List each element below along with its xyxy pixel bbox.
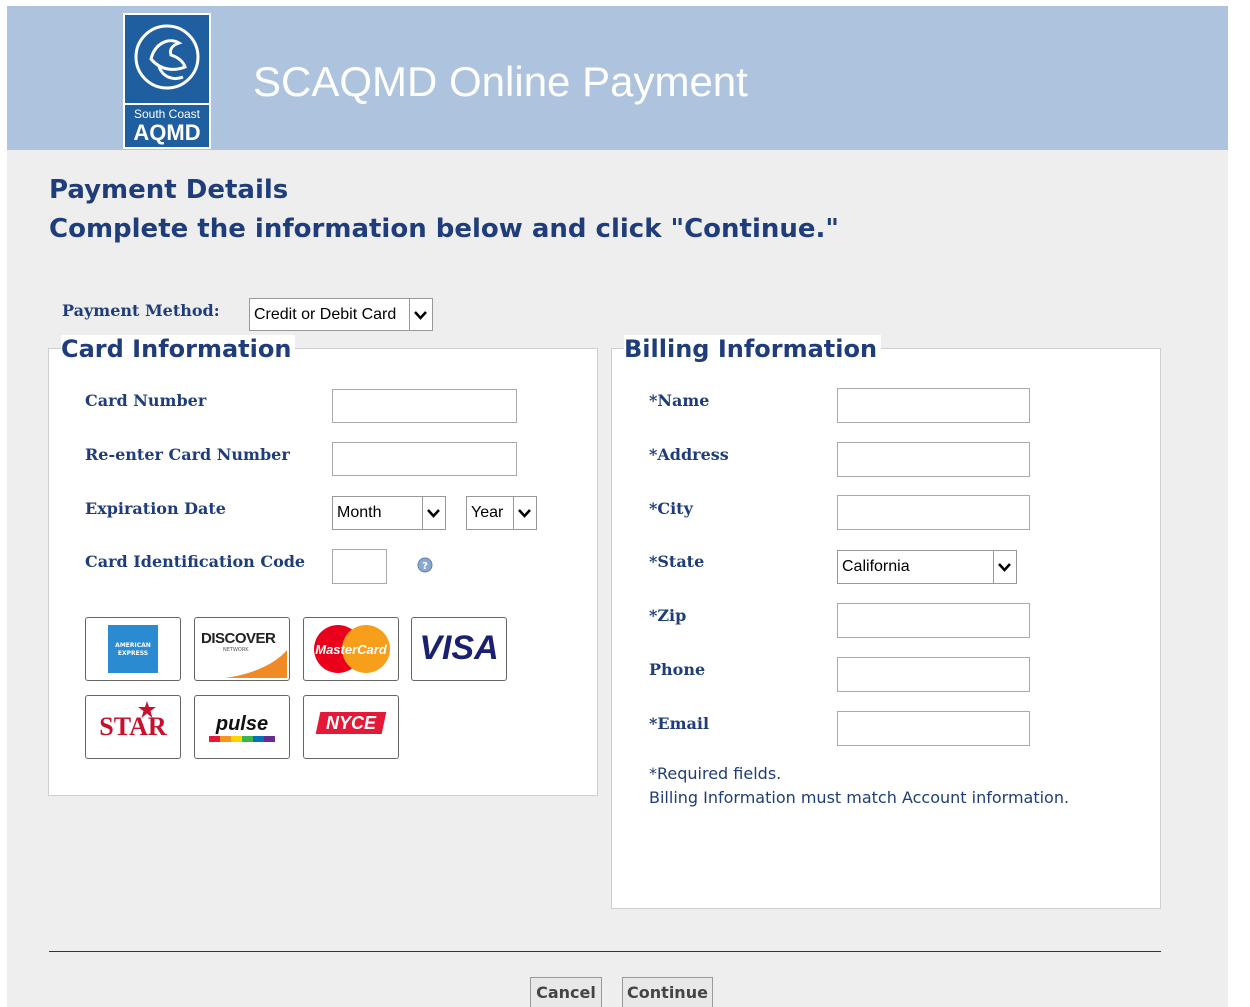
amex-logo-box — [108, 625, 158, 673]
header-banner: South Coast AQMD SCAQMD Online Payment — [7, 6, 1228, 150]
chevron-down-icon — [422, 497, 445, 529]
amex-logo-line1: AMERICAN — [115, 642, 151, 649]
divider — [49, 951, 1161, 952]
visa-logo-text: VISA — [419, 629, 499, 667]
card-number-input[interactable] — [332, 389, 517, 423]
mastercard-card-logo: MasterCard — [303, 617, 399, 681]
phone-input[interactable] — [837, 657, 1030, 692]
page: South Coast AQMD SCAQMD Online Payment P… — [7, 6, 1228, 1007]
aqmd-logo: South Coast AQMD — [123, 13, 211, 149]
payment-method-label: Payment Method: — [62, 301, 220, 320]
amex-card-logo: AMERICAN EXPRESS — [85, 617, 181, 681]
state-select[interactable]: California — [837, 550, 1017, 584]
address-label: *Address — [649, 445, 729, 464]
svg-text:?: ? — [422, 561, 428, 572]
page-instructions: Complete the information below and click… — [49, 214, 839, 244]
discover-swoosh-graphic — [225, 650, 287, 678]
help-icon[interactable]: ? — [417, 557, 433, 573]
expiration-date-label: Expiration Date — [85, 499, 226, 518]
billing-match-note: Billing Information must match Account i… — [649, 788, 1070, 807]
address-input[interactable] — [837, 442, 1030, 477]
zip-input[interactable] — [837, 603, 1030, 638]
site-title: SCAQMD Online Payment — [253, 58, 748, 105]
chevron-down-icon — [513, 497, 536, 529]
pulse-logo-text: pulse — [215, 713, 269, 735]
page-heading: Payment Details — [49, 175, 289, 205]
card-number-label: Card Number — [85, 391, 207, 410]
reenter-card-number-input[interactable] — [332, 442, 517, 476]
dove-icon — [134, 24, 200, 90]
pulse-color-stripe — [209, 736, 275, 742]
expiration-year-select[interactable]: Year — [466, 496, 537, 530]
expiration-month-select[interactable]: Month — [332, 496, 446, 530]
expiration-year-value: Year — [471, 504, 504, 521]
phone-label: Phone — [649, 660, 706, 679]
continue-button[interactable]: Continue — [622, 977, 713, 1007]
logo-line1: South Coast — [133, 107, 201, 121]
card-id-code-label: Card Identification Code — [85, 552, 306, 571]
email-label: *Email — [649, 714, 710, 733]
card-information-legend: Card Information — [61, 335, 296, 363]
expiration-month-value: Month — [337, 504, 382, 521]
mastercard-logo-text: MasterCard — [315, 642, 387, 657]
state-label: *State — [649, 552, 705, 571]
payment-method-value: Credit or Debit Card — [254, 306, 397, 323]
discover-logo-text: DISCOVER — [201, 630, 276, 647]
name-label: *Name — [649, 391, 710, 410]
chevron-down-icon — [993, 551, 1016, 583]
discover-card-logo: DISCOVER NETWORK — [194, 617, 290, 681]
visa-card-logo: VISA — [411, 617, 507, 681]
billing-information-legend: Billing Information — [624, 335, 882, 363]
city-label: *City — [649, 499, 693, 518]
zip-label: *Zip — [649, 606, 687, 625]
logo-line2: AQMD — [133, 120, 201, 145]
card-id-code-input[interactable] — [332, 549, 387, 584]
nyce-logo-text: NYCE — [325, 713, 376, 733]
reenter-card-number-label: Re-enter Card Number — [85, 445, 290, 464]
email-input[interactable] — [837, 711, 1030, 746]
required-fields-note: *Required fields. — [649, 764, 782, 783]
name-input[interactable] — [837, 388, 1030, 423]
cancel-button[interactable]: Cancel — [530, 977, 602, 1007]
pulse-card-logo: pulse — [194, 695, 290, 759]
city-input[interactable] — [837, 495, 1030, 530]
logo-divider — [125, 103, 209, 105]
star-icon — [138, 701, 156, 718]
amex-logo-line2: EXPRESS — [117, 650, 149, 657]
chevron-down-icon — [409, 299, 432, 330]
nyce-card-logo: NYCE — [303, 695, 399, 759]
star-logo-text: STAR — [99, 712, 167, 741]
state-value: California — [842, 558, 910, 575]
star-card-logo: STAR — [85, 695, 181, 759]
payment-method-select[interactable]: Credit or Debit Card — [249, 298, 433, 331]
